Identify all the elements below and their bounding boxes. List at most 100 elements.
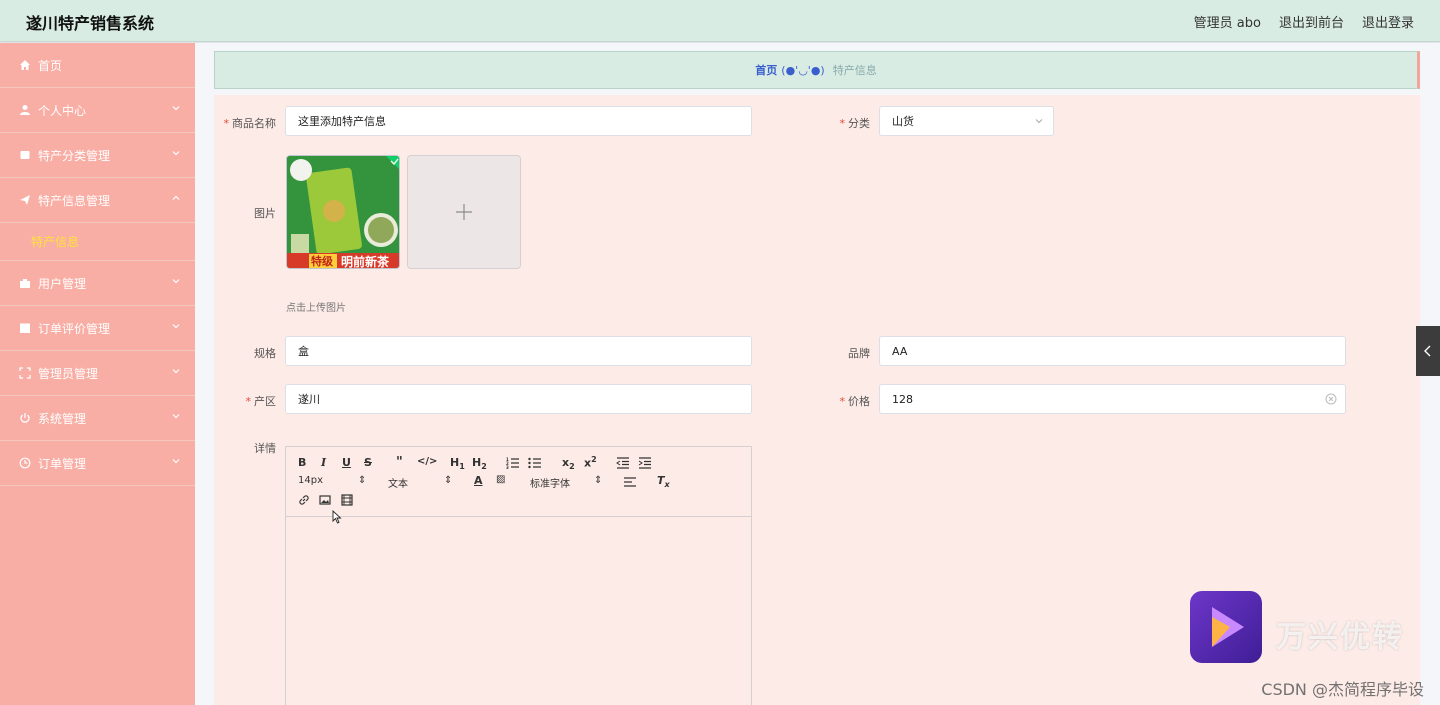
brand-label: 品牌 xyxy=(848,347,870,360)
top-header: 遂川特产销售系统 管理员 abo 退出到前台 退出登录 xyxy=(0,0,1440,42)
sidebar-item-profile[interactable]: 个人中心 xyxy=(0,88,195,133)
price-label: * 价格 xyxy=(839,395,871,408)
text-type-select[interactable]: 文本 xyxy=(388,475,408,490)
side-panel-toggle[interactable] xyxy=(1416,326,1440,376)
clock-icon xyxy=(18,456,32,470)
name-label: * 商品名称 xyxy=(223,117,277,130)
sidebar-item-label: 特产信息管理 xyxy=(38,193,111,208)
text-type-arrows-icon: ⇕ xyxy=(444,475,453,486)
image-upload-button[interactable] xyxy=(407,155,521,269)
origin-label: * 产区 xyxy=(245,395,277,408)
sidebar-item-label: 用户管理 xyxy=(38,276,87,291)
frame-icon xyxy=(18,366,32,380)
underline-icon[interactable]: U xyxy=(342,456,351,469)
align-left-icon[interactable] xyxy=(624,477,636,487)
italic-icon[interactable]: I xyxy=(321,456,326,469)
quote-icon[interactable]: " xyxy=(396,455,403,470)
power-icon xyxy=(18,411,32,425)
send-icon xyxy=(18,193,32,207)
play-logo-icon xyxy=(1212,607,1244,647)
home-icon xyxy=(18,58,32,72)
superscript-icon[interactable]: x2 xyxy=(584,455,597,470)
sidebar: 首页 个人中心 特产分类管理 特产信息管理 特产信息 用户管理 订单评价管理 管… xyxy=(0,43,195,705)
breadcrumb-emoticon: (●'◡'●) xyxy=(781,63,825,77)
category-select[interactable]: 山货 xyxy=(879,106,1054,136)
clear-format-icon[interactable]: Tx xyxy=(657,474,670,489)
background-color-icon[interactable]: ▨ xyxy=(496,474,505,485)
font-size-arrows-icon: ⇕ xyxy=(358,475,367,486)
upload-hint: 点击上传图片 xyxy=(286,303,346,314)
sidebar-item-order-mgmt[interactable]: 订单管理 xyxy=(0,441,195,486)
heading2-icon[interactable]: H2 xyxy=(472,456,487,471)
name-input[interactable]: 这里添加特产信息 xyxy=(285,106,752,136)
chevron-left-icon xyxy=(1424,345,1431,357)
font-family-select[interactable]: 标准字体 xyxy=(530,475,570,490)
chevron-down-icon xyxy=(172,459,180,464)
font-size-select[interactable]: 14px xyxy=(298,475,323,486)
watermark-brand-text: 万兴优转 xyxy=(1276,620,1404,655)
book-icon xyxy=(18,148,32,162)
image-badge-left: 特级 xyxy=(311,255,333,268)
chevron-down-icon xyxy=(172,324,180,329)
sidebar-item-user-mgmt[interactable]: 用户管理 xyxy=(0,261,195,306)
sidebar-item-label: 特产分类管理 xyxy=(38,148,111,163)
sidebar-item-review-mgmt[interactable]: 订单评价管理 xyxy=(0,306,195,351)
chevron-down-icon xyxy=(172,106,180,111)
link-icon[interactable] xyxy=(298,494,310,506)
user-icon xyxy=(18,103,32,117)
chevron-down-icon xyxy=(172,279,180,284)
category-label: * 分类 xyxy=(839,117,871,130)
indent-icon[interactable] xyxy=(638,457,652,469)
sidebar-subitem-product-info[interactable]: 特产信息 xyxy=(0,223,195,261)
outdent-icon[interactable] xyxy=(616,457,630,469)
watermark-logo xyxy=(1190,591,1262,663)
rich-text-editor: B I U S " </> H1 H2 123 x2 x2 14px ⇕ 文本 … xyxy=(285,446,752,705)
image-label: 图片 xyxy=(254,207,276,220)
video-icon[interactable] xyxy=(341,494,353,506)
ordered-list-icon[interactable]: 123 xyxy=(506,457,520,469)
image-badge-right: 明前新茶 xyxy=(341,255,390,269)
box-icon xyxy=(18,321,32,335)
heading1-icon[interactable]: H1 xyxy=(450,456,465,471)
spec-label: 规格 xyxy=(254,347,276,360)
image-icon[interactable] xyxy=(319,494,331,506)
chevron-down-icon xyxy=(172,151,180,156)
breadcrumb-current: 特产信息 xyxy=(832,64,877,77)
price-input[interactable]: 128 xyxy=(879,384,1346,414)
bold-icon[interactable]: B xyxy=(298,456,306,469)
chevron-down-icon xyxy=(172,414,180,419)
sidebar-item-label: 首页 xyxy=(38,58,63,73)
editor-content-area[interactable] xyxy=(286,518,751,705)
sidebar-item-system-mgmt[interactable]: 系统管理 xyxy=(0,396,195,441)
sidebar-item-category-mgmt[interactable]: 特产分类管理 xyxy=(0,133,195,178)
brand-input[interactable]: AA xyxy=(879,336,1346,366)
logout-link[interactable]: 退出登录 xyxy=(1362,12,1414,31)
sidebar-item-home[interactable]: 首页 xyxy=(0,43,195,88)
sidebar-item-label: 系统管理 xyxy=(38,411,87,426)
spec-input[interactable]: 盒 xyxy=(285,336,752,366)
sidebar-item-label: 管理员管理 xyxy=(38,366,99,381)
bullet-list-icon[interactable] xyxy=(528,457,542,469)
font-color-icon[interactable]: A xyxy=(474,474,483,487)
app-title: 遂川特产销售系统 xyxy=(26,14,155,33)
back-to-front-link[interactable]: 退出到前台 xyxy=(1279,12,1344,31)
product-image-thumb[interactable]: 特级 明前新茶 xyxy=(286,155,400,269)
chevron-down-icon xyxy=(172,369,180,374)
sidebar-item-label: 订单评价管理 xyxy=(38,321,111,336)
detail-label: 详情 xyxy=(254,442,276,455)
breadcrumb-home-link[interactable]: 首页 xyxy=(755,62,777,78)
code-icon[interactable]: </> xyxy=(417,456,437,467)
font-family-arrows-icon: ⇕ xyxy=(594,475,603,486)
chevron-up-icon xyxy=(172,195,180,200)
csdn-watermark: CSDN @杰简程序毕设 xyxy=(1261,680,1424,699)
subscript-icon[interactable]: x2 xyxy=(562,456,575,471)
sidebar-item-admin-mgmt[interactable]: 管理员管理 xyxy=(0,351,195,396)
sidebar-item-product-mgmt[interactable]: 特产信息管理 xyxy=(0,178,195,223)
breadcrumb: 首页 (●'◡'●) 特产信息 xyxy=(214,51,1420,89)
origin-input[interactable]: 遂川 xyxy=(285,384,752,414)
sidebar-item-label: 订单管理 xyxy=(38,456,87,471)
clear-icon[interactable] xyxy=(1325,393,1337,405)
strike-icon[interactable]: S xyxy=(364,456,372,469)
admin-user-link[interactable]: 管理员 abo xyxy=(1194,12,1261,31)
chevron-down-icon xyxy=(1035,119,1043,124)
